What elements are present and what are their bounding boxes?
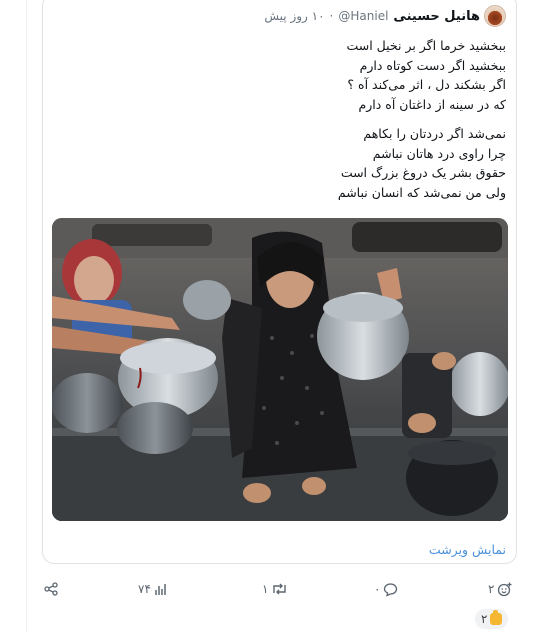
poem-line: چرا راوی درد هاتان نباشم: [372, 145, 506, 161]
poem-line: حقوق بشر یک دروغ بزرگ است: [340, 165, 506, 180]
poem-line: ببخشید اگر دست کوتاه دارم: [359, 57, 506, 73]
views-icon: [155, 583, 166, 595]
stanza-1: ببخشید خرما اگر بر نخیل است ببخشید اگر د…: [66, 36, 506, 114]
reply-count: ۰: [374, 582, 381, 596]
left-divider: [26, 0, 27, 632]
reaction-chip[interactable]: ۲: [475, 609, 509, 629]
show-thread-link[interactable]: نمایش ویرشت: [429, 542, 506, 557]
poem-line: اگر بشکند دل ، اثر می‌کند آه ؟: [347, 77, 506, 92]
react-count: ۲: [488, 582, 495, 596]
author-name[interactable]: هانیل حسینی: [393, 9, 480, 24]
share-button[interactable]: [44, 578, 58, 600]
reply-button[interactable]: ۰: [374, 578, 398, 600]
post-actions-bar: ۷۴ ۱ ۰ ۲: [42, 578, 517, 600]
stanza-2: نمی‌شد اگر دردتان را بکاهم چرا راوی درد …: [66, 124, 506, 202]
reply-icon: [384, 582, 398, 597]
views-button[interactable]: ۷۴: [138, 578, 167, 600]
retweet-button[interactable]: ۱: [262, 578, 288, 600]
author-avatar[interactable]: [484, 5, 506, 27]
poem-line: که در سینه از داغتان آه دارم: [358, 96, 507, 112]
post-image[interactable]: [52, 218, 508, 521]
post-card[interactable]: هانیل حسینی @Haniel · ۱۰ روز پیش ببخشید …: [42, 0, 517, 564]
separator-dot: ·: [329, 9, 334, 23]
poem-line: ولی من نمی‌شد که انسان نباشم: [337, 184, 506, 200]
poem-line: نمی‌شد اگر دردتان را بکاهم: [363, 126, 506, 141]
add-reaction-icon: [498, 582, 512, 596]
retweet-count: ۱: [262, 582, 269, 596]
add-reaction-button[interactable]: ۲: [488, 578, 512, 600]
views-count: ۷۴: [138, 582, 151, 596]
retweet-icon: [273, 583, 287, 595]
post-header: هانیل حسینی @Haniel · ۱۰ روز پیش: [264, 4, 506, 28]
post-time[interactable]: ۱۰ روز پیش: [264, 9, 324, 23]
share-icon: [44, 582, 58, 596]
reaction-count: ۲: [481, 612, 488, 626]
thumbs-up-icon: [490, 610, 503, 625]
photo-illustration: [52, 218, 508, 521]
author-handle[interactable]: @Haniel: [338, 9, 388, 23]
poem-line: ببخشید خرما اگر بر نخیل است: [346, 38, 506, 53]
post-text: ببخشید خرما اگر بر نخیل است ببخشید اگر د…: [66, 36, 506, 212]
